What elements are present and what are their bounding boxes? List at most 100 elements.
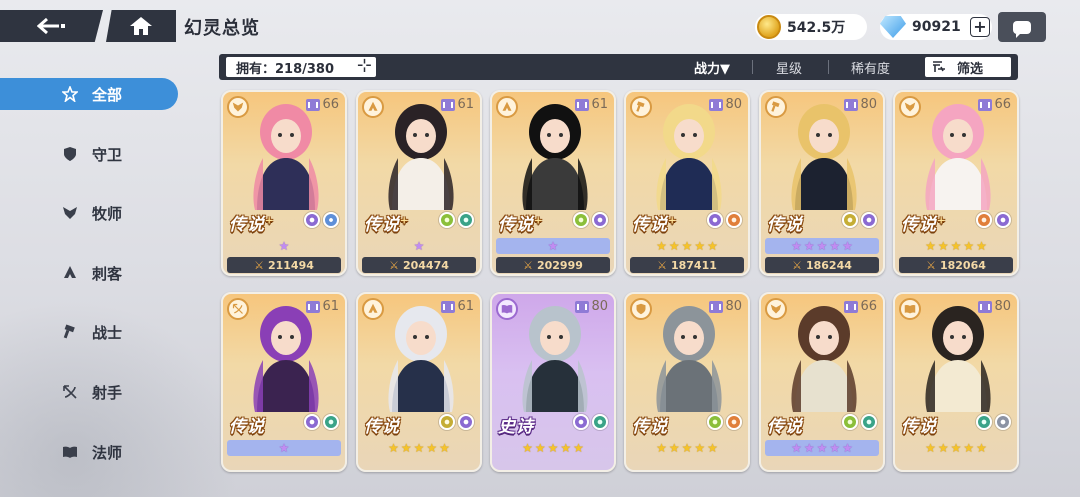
chat-button[interactable] (998, 12, 1046, 42)
hero-card[interactable]: 80 传说+ ★ ★ ★ ★ ★ ⚔ 187411 (624, 90, 750, 276)
hero-card[interactable]: 66 传说+ ★ ★ ★ ★ ★ ⚔ 182064 (893, 90, 1019, 276)
sidebar-item-3[interactable]: 刺客 (0, 257, 178, 289)
hero-card[interactable]: 80传说★★★★★⚔ (624, 292, 750, 472)
level-value: 66 (994, 97, 1011, 112)
filter-button[interactable]: 筛选 (925, 57, 1011, 77)
tier-icon (441, 300, 456, 313)
tier-icon (575, 98, 590, 111)
element-badges (842, 414, 877, 430)
filter-icon (933, 61, 945, 72)
star-icon: ★ (816, 239, 828, 253)
rarity-text: 传说 (229, 417, 265, 437)
rarity-text: 传说 (229, 215, 265, 235)
power-bar: ⚔ 182064 (899, 257, 1013, 273)
star-icon: ★ (976, 441, 987, 455)
star-icon: ★ (842, 239, 853, 253)
hero-card[interactable]: 80传说★★★★★⚔ (893, 292, 1019, 472)
sidebar-item-1[interactable]: 守卫 (0, 138, 178, 170)
sidebar-item-label: 全部 (92, 85, 123, 104)
rarity-label: 传说 (364, 412, 400, 437)
star-icon: ★ (668, 239, 680, 253)
sidebar-item-0[interactable]: 全部 (0, 78, 178, 110)
tier-icon (306, 98, 321, 111)
element-badge-icon (842, 414, 858, 430)
owned-count-box[interactable]: 拥有：218/380 ⊹ (226, 57, 376, 77)
rarity-label: 传说+ (901, 210, 946, 235)
star-icon: ★ (656, 441, 667, 455)
element-badge-icon (726, 212, 742, 228)
star-icon: ★ (707, 441, 718, 455)
home-button[interactable] (106, 10, 176, 42)
star-icon: ★ (937, 441, 949, 455)
power-bar: ⚔ 204474 (362, 257, 476, 273)
element-badge-icon (573, 212, 589, 228)
element-badge-icon (726, 414, 742, 430)
power-value: 204474 (402, 258, 449, 272)
power-value: 187411 (670, 258, 717, 272)
hero-card[interactable]: 61 传说+ ★ ⚔ 204474 (356, 90, 482, 276)
hero-level: 80 (978, 299, 1011, 314)
tier-icon (709, 300, 724, 313)
element-badge-icon (304, 414, 320, 430)
star-icon: ★ (681, 239, 693, 253)
assassin-icon (62, 265, 78, 281)
rarity-text: 传说 (364, 215, 400, 235)
element-badge-icon (592, 212, 608, 228)
back-arrow-icon (36, 17, 65, 35)
star-icon: ★ (413, 441, 425, 455)
tier-icon (709, 98, 724, 111)
sidebar-item-label: 战士 (92, 323, 123, 342)
bow-icon (227, 298, 249, 320)
sort-power[interactable]: 战力▼ (694, 58, 730, 77)
star-rating: ★ ★ ★ ★ ★ (630, 440, 744, 456)
back-button[interactable] (0, 10, 103, 42)
wings-icon (765, 298, 787, 320)
sidebar-item-6[interactable]: 法师 (0, 436, 178, 468)
star-icon: ★ (816, 441, 828, 455)
sort-rarity[interactable]: 稀有度 (851, 58, 890, 77)
power-bar: ⚔ 187411 (630, 257, 744, 273)
rarity-plus: + (265, 215, 275, 227)
power-value: 186244 (805, 258, 852, 272)
rarity-plus: + (400, 215, 410, 227)
rarity-label: 史诗 (498, 412, 534, 437)
rarity-text: 传说 (364, 417, 400, 437)
element-badge-icon (861, 212, 877, 228)
hero-portrait (388, 306, 454, 412)
hero-card[interactable]: 66传说★★★★★⚔ (759, 292, 885, 472)
hero-portrait (253, 306, 319, 412)
rarity-label: 传说+ (498, 210, 543, 235)
crossed-swords-icon: ⚔ (389, 258, 399, 272)
sidebar-item-5[interactable]: 射手 (0, 376, 178, 408)
element-badge-icon (861, 414, 877, 430)
star-icon: ★ (937, 239, 949, 253)
hero-level: 61 (306, 299, 339, 314)
hero-card[interactable]: 61传说★★★★★⚔ (356, 292, 482, 472)
sidebar-item-4[interactable]: 战士 (0, 316, 178, 348)
element-badges (573, 414, 608, 430)
level-value: 80 (725, 299, 742, 314)
star-rating: ★ (362, 238, 476, 254)
hero-card[interactable]: 66 传说+ ★ ⚔ 211494 (221, 90, 347, 276)
sidebar-item-2[interactable]: 牧师 (0, 197, 178, 229)
rarity-text: 传说 (498, 215, 534, 235)
add-gems-button[interactable]: + (970, 17, 990, 37)
top-bar: 幻灵总览 542.5万 90921 + (0, 0, 1080, 46)
hero-card[interactable]: 61 传说+ ★ ⚔ 202999 (490, 90, 616, 276)
star-icon: ★ (547, 441, 559, 455)
diamond-icon (880, 16, 906, 38)
hero-card[interactable]: 80 传说 ★ ★ ★ ★ ★ ⚔ 186244 (759, 90, 885, 276)
hero-level: 66 (844, 299, 877, 314)
rarity-plus: + (668, 215, 678, 227)
hero-portrait (522, 306, 588, 412)
hero-card[interactable]: 80史诗★★★★★⚔ (490, 292, 616, 472)
element-badge-icon (707, 414, 723, 430)
wings-icon (62, 205, 78, 221)
hero-level: 80 (575, 299, 608, 314)
crossed-swords-icon: ⚔ (926, 258, 936, 272)
gold-amount: 542.5万 (787, 20, 846, 36)
rarity-text: 传说 (632, 417, 668, 437)
hero-card[interactable]: 61传说★⚔ (221, 292, 347, 472)
sort-stars[interactable]: 星级 (776, 58, 802, 77)
star-icon: ★ (803, 239, 815, 253)
